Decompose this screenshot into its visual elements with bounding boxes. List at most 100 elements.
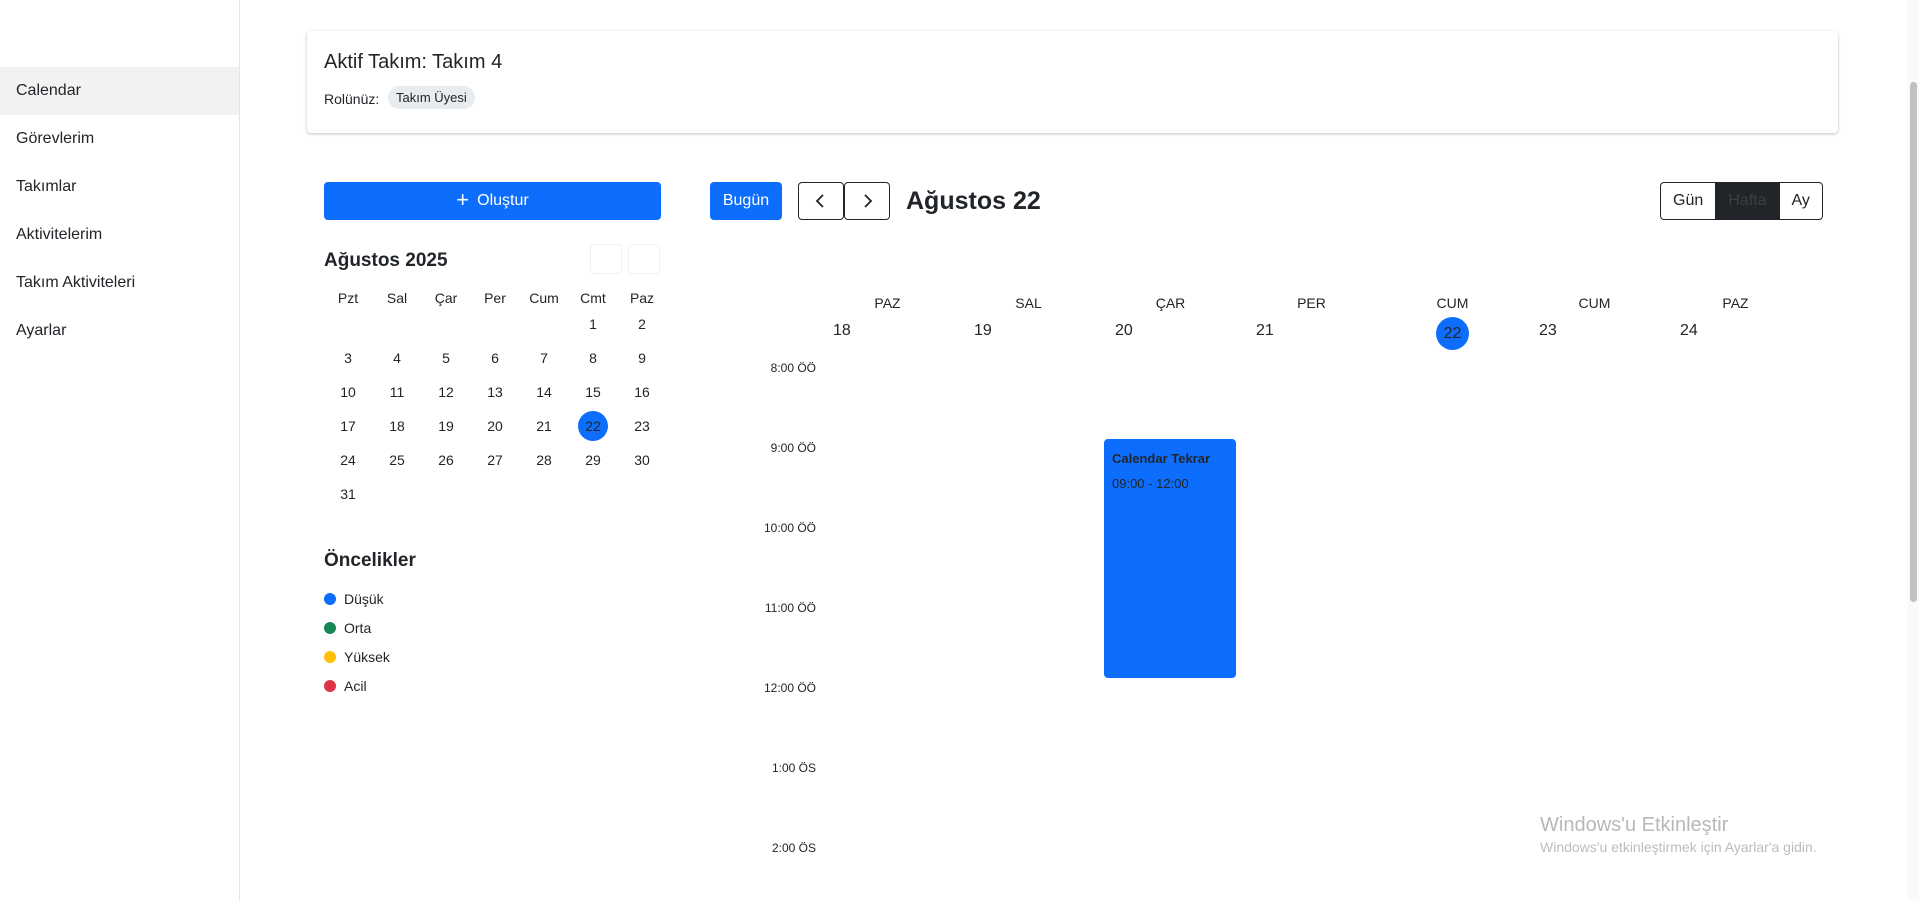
mini-calendar-day[interactable]: 26 (431, 445, 461, 475)
priority-label: Düşük (344, 591, 384, 607)
mini-calendar-day[interactable]: 3 (333, 343, 363, 373)
view-month-button[interactable]: Ay (1778, 183, 1822, 219)
view-day-button[interactable]: Gün (1661, 183, 1715, 219)
priorities-title: Öncelikler (324, 550, 416, 571)
sidebar-item-aktivitelerim[interactable]: Aktivitelerim (0, 211, 239, 259)
sidebar-item-gorevlerim[interactable]: Görevlerim (0, 115, 239, 163)
prev-week-button[interactable] (798, 182, 844, 220)
calendar-event[interactable]: Calendar Tekrar 09:00 - 12:00 (1104, 439, 1236, 678)
mini-calendar-day[interactable]: 12 (431, 377, 461, 407)
view-switcher: Gün Hafta Ay (1660, 182, 1823, 220)
mini-calendar-day[interactable]: 27 (480, 445, 510, 475)
role-label: Rolünüz: (324, 91, 380, 107)
week-day-number[interactable]: 20 (1115, 322, 1133, 340)
mini-weekday-header: Pzt (337, 290, 359, 306)
mini-calendar-day[interactable]: 7 (529, 343, 559, 373)
time-slot-label: 12:00 ÖÖ (763, 681, 816, 695)
mini-calendar-day[interactable]: 5 (431, 343, 461, 373)
mini-calendar-day[interactable]: 16 (627, 377, 657, 407)
mini-calendar-next-button[interactable] (628, 244, 660, 274)
mini-calendar-title: Ağustos 2025 (324, 250, 448, 271)
team-title: Aktif Takım: Takım 4 (324, 51, 503, 73)
week-day-name: CUM (1578, 295, 1611, 311)
mini-calendar-day[interactable]: 1 (578, 309, 608, 339)
sidebar-item-takim-aktiviteleri[interactable]: Takım Aktiviteleri (0, 259, 239, 307)
sidebar-item-calendar[interactable]: Calendar (0, 67, 239, 115)
mini-calendar-day[interactable]: 28 (529, 445, 559, 475)
time-slot-label: 10:00 ÖÖ (763, 521, 816, 535)
mini-calendar-day[interactable]: 13 (480, 377, 510, 407)
mini-calendar-day[interactable]: 23 (627, 411, 657, 441)
role-badge: Takım Üyesi (388, 86, 475, 109)
week-day-number[interactable]: 19 (974, 322, 992, 340)
view-week-button[interactable]: Hafta (1715, 183, 1779, 219)
mini-calendar-day[interactable]: 24 (333, 445, 363, 475)
priority-item: Yüksek (324, 649, 390, 665)
plus-icon: + (456, 187, 470, 212)
week-day-name: PAZ (1722, 295, 1749, 311)
time-slot-label: 9:00 ÖÖ (770, 441, 816, 455)
priority-dot-icon (324, 651, 336, 663)
mini-calendar-day[interactable]: 19 (431, 411, 461, 441)
mini-calendar-day[interactable]: 11 (382, 377, 412, 407)
mini-calendar-day[interactable]: 2 (627, 309, 657, 339)
week-day-name: SAL (1015, 295, 1042, 311)
activation-watermark-title: Windows'u Etkinleştir (1540, 814, 1729, 836)
priority-item: Orta (324, 620, 371, 636)
mini-calendar-day[interactable]: 15 (578, 377, 608, 407)
week-day-name: PAZ (874, 295, 901, 311)
calendar-title: Ağustos 22 (906, 187, 1041, 215)
mini-calendar-day[interactable]: 25 (382, 445, 412, 475)
create-button-label: Oluştur (477, 192, 529, 209)
mini-weekday-header: Sal (386, 290, 408, 306)
event-title: Calendar Tekrar (1112, 451, 1211, 466)
priority-item: Düşük (324, 591, 384, 607)
week-day-number[interactable]: 22 (1436, 317, 1469, 350)
week-day-name: CUM (1436, 295, 1469, 311)
week-day-name: ÇAR (1155, 295, 1186, 311)
mini-calendar-day[interactable]: 9 (627, 343, 657, 373)
sidebar-item-ayarlar[interactable]: Ayarlar (0, 307, 239, 355)
mini-weekday-header: Cmt (580, 290, 606, 306)
mini-calendar-day[interactable]: 21 (529, 411, 559, 441)
mini-calendar-day[interactable]: 22 (578, 411, 608, 441)
mini-calendar-prev-button[interactable] (590, 244, 622, 274)
mini-calendar-day[interactable]: 29 (578, 445, 608, 475)
mini-calendar-day[interactable]: 8 (578, 343, 608, 373)
sidebar-item-takimlar[interactable]: Takımlar (0, 163, 239, 211)
week-day-number[interactable]: 18 (833, 322, 851, 340)
week-day-name: PER (1297, 295, 1326, 311)
chevron-left-icon (815, 194, 824, 208)
sidebar: Calendar Görevlerim Takımlar Aktiviteler… (0, 0, 240, 901)
week-day-number[interactable]: 21 (1256, 322, 1274, 340)
mini-calendar-day[interactable]: 20 (480, 411, 510, 441)
mini-calendar-day[interactable]: 4 (382, 343, 412, 373)
time-slot-label: 1:00 ÖS (771, 761, 816, 775)
activation-watermark-subtitle: Windows'u etkinleştirmek için Ayarlar'a … (1540, 839, 1817, 855)
chevron-right-icon (864, 194, 873, 208)
event-time: 09:00 - 12:00 (1112, 476, 1189, 491)
scrollbar-thumb[interactable] (1910, 82, 1917, 602)
time-slot-label: 8:00 ÖÖ (770, 361, 816, 375)
week-day-number[interactable]: 24 (1680, 322, 1698, 340)
today-button[interactable]: Bugün (710, 182, 782, 220)
page-scrollbar[interactable] (1907, 0, 1919, 901)
priority-label: Yüksek (344, 649, 390, 665)
priority-label: Acil (344, 678, 367, 694)
mini-weekday-header: Paz (629, 290, 655, 306)
mini-weekday-header: Çar (434, 290, 458, 306)
mini-calendar-day[interactable]: 31 (333, 479, 363, 509)
mini-calendar-day[interactable]: 18 (382, 411, 412, 441)
create-button[interactable]: + Oluştur (324, 182, 661, 220)
next-week-button[interactable] (844, 182, 890, 220)
mini-weekday-header: Cum (529, 290, 559, 306)
mini-calendar-day[interactable]: 6 (480, 343, 510, 373)
priority-dot-icon (324, 680, 336, 692)
mini-calendar-day[interactable]: 30 (627, 445, 657, 475)
mini-calendar-day[interactable]: 10 (333, 377, 363, 407)
time-slot-label: 2:00 ÖS (771, 841, 816, 855)
mini-weekday-header: Per (484, 290, 506, 306)
week-day-number[interactable]: 23 (1539, 322, 1557, 340)
mini-calendar-day[interactable]: 14 (529, 377, 559, 407)
mini-calendar-day[interactable]: 17 (333, 411, 363, 441)
